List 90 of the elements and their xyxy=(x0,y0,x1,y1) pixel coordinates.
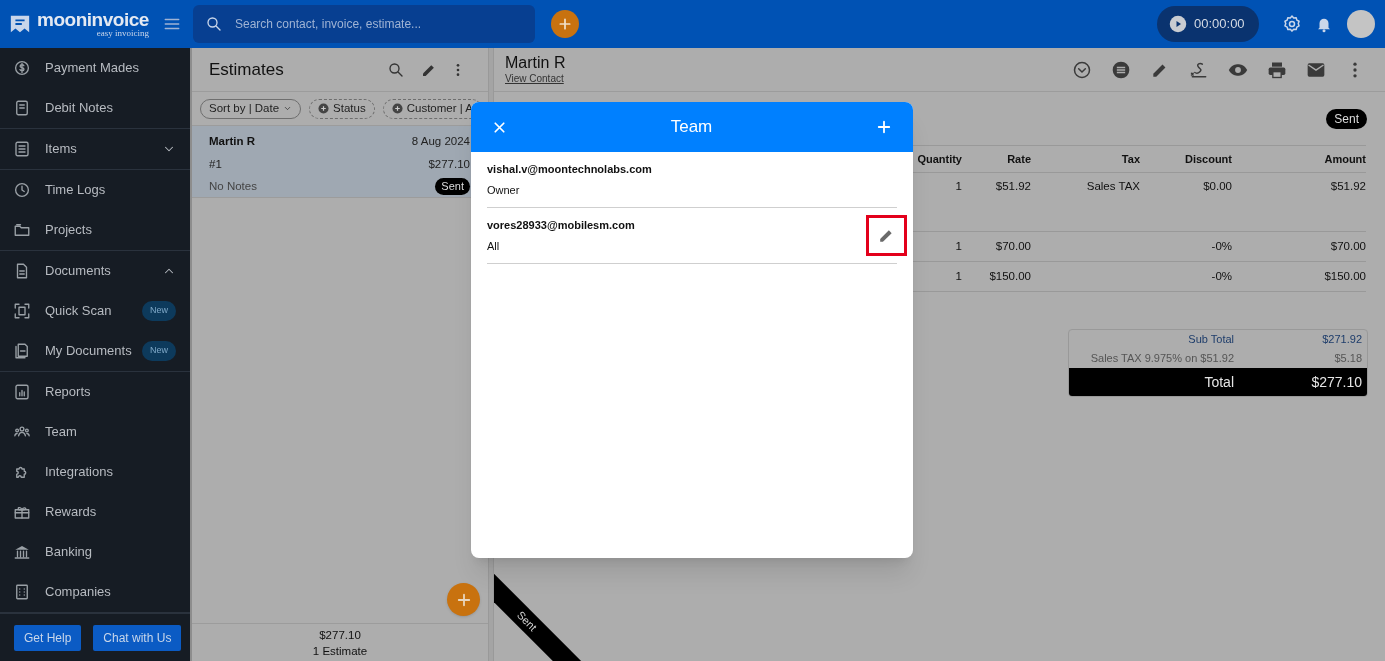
estimate-date: 8 Aug 2024 xyxy=(410,134,470,149)
clock-icon xyxy=(13,181,31,199)
new-badge: New xyxy=(142,301,176,321)
sidebar-item[interactable]: Team xyxy=(0,412,190,452)
total-value: $271.92 xyxy=(1321,332,1362,348)
column-header: Discount xyxy=(1183,151,1232,167)
member-role: All xyxy=(487,239,501,254)
member-email: vishal.v@moontechnolabs.com xyxy=(487,161,652,177)
status-badge: Sent xyxy=(435,178,470,195)
table-cell-text: $150.00 xyxy=(988,268,1031,284)
edit-button[interactable] xyxy=(866,215,907,256)
total-label: Sub Total xyxy=(1187,332,1234,348)
logo-tagline: easy invoicing xyxy=(96,29,149,38)
column-header: Quantity xyxy=(916,151,962,167)
help-button[interactable]: Get Help xyxy=(14,624,82,651)
add-button[interactable] xyxy=(551,10,579,38)
search-field[interactable]: Search contact, invoice, estimate... xyxy=(193,5,535,43)
sidebar-item[interactable]: Debit Notes xyxy=(0,88,190,128)
chevron-circle-icon[interactable] xyxy=(1072,59,1092,80)
sidebar-item[interactable]: Items xyxy=(0,129,190,169)
document-icon xyxy=(13,99,31,117)
total-value: $277.10 xyxy=(1310,372,1362,392)
table-cell-text: $0.00 xyxy=(1202,179,1232,194)
dialog-title: Team xyxy=(669,116,714,139)
column-header: Tax xyxy=(1120,151,1140,167)
plus-icon[interactable] xyxy=(875,118,893,136)
sidebar-item[interactable]: Quick Scan New xyxy=(0,291,190,331)
column-header: Rate xyxy=(1006,151,1031,167)
table-cell-text: 1 xyxy=(954,179,962,194)
search-input[interactable]: Search contact, invoice, estimate... xyxy=(235,15,523,33)
estimate-count: 1 Estimate xyxy=(312,643,368,659)
sidebar-item[interactable]: Rewards xyxy=(0,492,190,532)
play-icon xyxy=(1169,15,1187,33)
plus-icon xyxy=(557,16,573,32)
total-label: Sales TAX 9.975% on $51.92 xyxy=(1089,351,1234,367)
plus-circle-icon xyxy=(318,103,330,114)
timer-button[interactable]: 00:00:00 xyxy=(1157,6,1259,42)
estimate-number: #1 xyxy=(209,156,223,172)
sidebar-item[interactable]: Integrations xyxy=(0,452,190,492)
filter-circle-icon[interactable] xyxy=(1111,59,1131,80)
estimate-amount: $277.10 xyxy=(427,156,470,172)
table-cell-text: $70.00 xyxy=(994,238,1031,254)
search-icon xyxy=(205,15,223,33)
settings-icon[interactable] xyxy=(1282,14,1302,34)
table-cell-text: 1 xyxy=(954,238,962,254)
sidebar-item[interactable]: Projects xyxy=(0,210,190,250)
sidebar-item[interactable]: Reports xyxy=(0,372,190,412)
sidebar-item[interactable]: My Documents New xyxy=(0,331,190,371)
column-header: Amount xyxy=(1323,151,1366,167)
plus-circle-icon xyxy=(391,103,403,114)
documents-icon xyxy=(13,342,31,360)
caret-icon xyxy=(283,104,293,113)
bar-chart-icon xyxy=(13,383,31,401)
table-cell-text: $150.00 xyxy=(1323,268,1366,284)
total-amount: $277.10 xyxy=(319,627,361,643)
status-badge: Sent xyxy=(1326,108,1367,129)
member-email: vores28933@mobilesm.com xyxy=(487,217,635,233)
sidebar-item[interactable]: Companies xyxy=(0,572,190,612)
table-cell-text: $51.92 xyxy=(1329,179,1366,194)
customer-name: Martin R xyxy=(209,134,256,149)
sidebar-item[interactable]: Banking xyxy=(0,532,190,572)
estimate-notes: No Notes xyxy=(209,179,258,195)
logo-wordmark: mooninvoice xyxy=(37,10,149,29)
scan-icon xyxy=(13,302,31,320)
member-role: Owner xyxy=(487,183,521,198)
dollar-circle-icon xyxy=(13,59,31,77)
logo-icon xyxy=(9,13,31,35)
total-label: Total xyxy=(1203,372,1234,392)
search-icon[interactable] xyxy=(387,60,405,79)
sidebar-item[interactable]: Time Logs xyxy=(0,170,190,210)
table-cell-text: $51.92 xyxy=(994,179,1031,194)
table-cell-text: -0% xyxy=(1210,268,1232,284)
table-cell-text: -0% xyxy=(1210,238,1232,254)
building-icon xyxy=(13,583,31,601)
sidebar-item[interactable]: Payment Mades xyxy=(0,48,190,88)
new-badge: New xyxy=(142,341,176,361)
sidebar-item[interactable]: Documents xyxy=(0,251,190,291)
total-value: $5.18 xyxy=(1333,351,1362,367)
help-button[interactable]: Chat with Us xyxy=(93,624,182,651)
avatar[interactable] xyxy=(1347,10,1375,38)
view-contact-link[interactable]: View Contact xyxy=(505,73,566,86)
panel-title: Estimates xyxy=(209,58,284,81)
table-cell-text: 1 xyxy=(954,268,962,284)
list-icon xyxy=(13,140,31,158)
table-cell-text: Sales TAX xyxy=(1085,179,1140,194)
customer-name: Martin R xyxy=(505,53,566,74)
table-cell-text: $70.00 xyxy=(1329,238,1366,254)
bank-icon xyxy=(13,543,31,561)
member-row[interactable]: vishal.v@moontechnolabs.com Owner xyxy=(487,152,897,208)
folder-icon xyxy=(13,221,31,239)
